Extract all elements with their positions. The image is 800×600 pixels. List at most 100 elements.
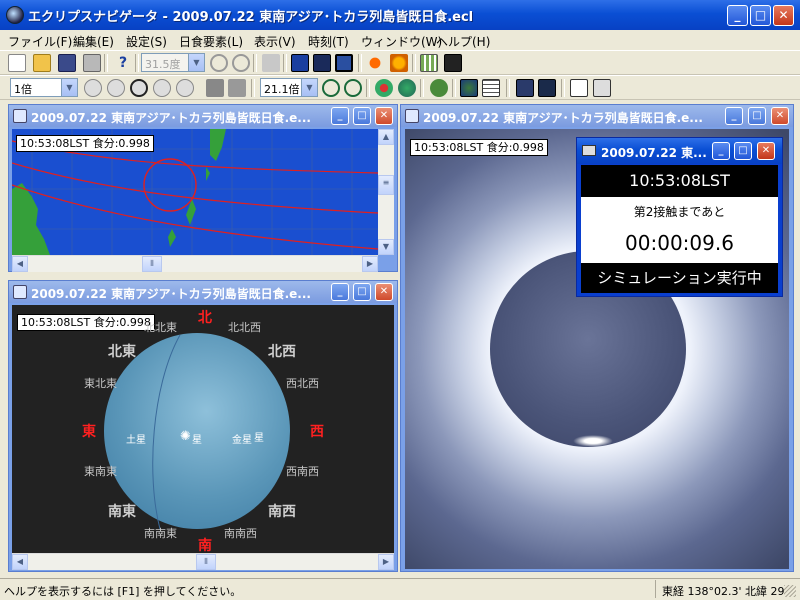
zoom-select[interactable]: 21.1倍 ▼ [260,78,318,97]
maximize-button[interactable]: □ [750,5,771,26]
countdown-close-button[interactable]: ✕ [757,142,775,160]
map-close-button[interactable]: ✕ [375,107,393,125]
countdown-title: 2009.07.22 東... [601,146,707,160]
print-icon[interactable] [83,54,101,72]
rewind-icon[interactable] [84,79,102,97]
speed-select[interactable]: 1倍 ▼ [10,78,78,97]
island-shape [168,229,176,247]
sky-minimize-button[interactable]: _ [331,283,349,301]
time-set-icon[interactable] [206,79,224,97]
map-window-icon[interactable] [460,79,478,97]
resize-grip[interactable] [784,585,796,597]
open-folder-icon[interactable] [33,54,51,72]
download-icon[interactable] [262,54,280,72]
sun-view-icon [405,109,419,123]
map-window-title: 2009.07.22 東南アジア･トカラ列島皆既日食.e... [31,111,311,125]
stop-icon[interactable] [130,79,148,97]
countdown-minimize-button[interactable]: _ [712,142,730,160]
countdown-body: 10:53:08LST 第2接触まであと 00:00:09.6 シミュレーション… [581,165,778,293]
scroll-thumb[interactable]: ⦀ [142,256,162,272]
zoom-out-map-icon[interactable] [344,79,362,97]
map-minimize-button[interactable]: _ [331,107,349,125]
scroll-right-icon[interactable]: ▶ [362,256,378,272]
fast-forward-icon[interactable] [176,79,194,97]
earth-icon[interactable] [430,79,448,97]
menu-time[interactable]: 時刻(T) [308,33,349,50]
map-view-icon[interactable] [291,54,309,72]
sky-canvas[interactable]: 10:53:08LST 食分:0.998 北 北北西 北西 西北西 西 西南西 … [12,305,394,553]
south-label: 南 [198,538,212,553]
west-label: 西 [310,424,324,440]
sun-minimize-button[interactable]: _ [725,107,743,125]
sky-window-titlebar: 2009.07.22 東南アジア･トカラ列島皆既日食.e... _ □ ✕ [9,281,397,303]
clock-window-icon [582,145,596,156]
calendar-icon[interactable] [228,79,246,97]
mercury-label: 星 [254,433,264,444]
progress-window-icon[interactable] [593,79,611,97]
map-info-label: 10:53:08LST 食分:0.998 [16,135,154,152]
map-vscroll[interactable]: ▲ ≡ ▼ [378,129,394,255]
scroll-right-icon[interactable]: ▶ [378,554,394,570]
scroll-thumb[interactable]: ⦀ [196,554,216,570]
ne-label: 北東 [108,344,136,360]
sun-info-label: 10:53:08LST 食分:0.998 [410,139,548,156]
list-window-icon[interactable] [482,79,500,97]
new-file-icon[interactable] [8,54,26,72]
close-button[interactable]: ✕ [773,5,794,26]
zoom-in-icon[interactable] [210,54,228,72]
play-icon[interactable] [153,79,171,97]
sse-label: 南南東 [144,527,177,540]
countdown-event: 第2接触まであと [633,205,726,219]
clock-window-icon[interactable] [570,79,588,97]
step-back-icon[interactable] [107,79,125,97]
minimize-button[interactable]: _ [727,5,748,26]
countdown-maximize-button[interactable]: □ [734,142,752,160]
menu-help[interactable]: ヘルプ(H) [436,33,490,50]
status-help-text: ヘルプを表示するには [F1] を押してください。 [4,585,242,598]
sun-view-icon[interactable] [335,54,353,72]
scroll-left-icon[interactable]: ◀ [12,554,28,570]
sky-close-button[interactable]: ✕ [375,283,393,301]
venus-label: 金星 [232,435,252,446]
map-hscroll[interactable]: ◀ ⦀ ▶ [12,255,378,272]
menu-file[interactable]: ファイル(F) [8,33,72,50]
field-of-view-select[interactable]: 31.5度 ▼ [141,53,205,72]
save-icon[interactable] [58,54,76,72]
menu-edit[interactable]: 編集(E) [73,33,114,50]
sun-icon[interactable] [366,54,384,72]
sky-maximize-button[interactable]: □ [353,283,371,301]
sun-window-title: 2009.07.22 東南アジア･トカラ列島皆既日食.e... [423,111,703,125]
menu-view[interactable]: 表示(V) [254,33,296,50]
globe-icon[interactable] [398,79,416,97]
app-icon [6,6,24,24]
sun-close-button[interactable]: ✕ [771,107,789,125]
path-south-limit [12,184,378,250]
sky-window: 2009.07.22 東南アジア･トカラ列島皆既日食.e... _ □ ✕ 10… [8,280,398,572]
sky-view-icon[interactable] [313,54,331,72]
camera-icon[interactable] [444,54,462,72]
map-window: 2009.07.22 東南アジア･トカラ列島皆既日食.e... _ □ ✕ 10… [8,104,398,272]
center-icon[interactable] [375,79,393,97]
menu-settings[interactable]: 設定(S) [126,33,167,50]
eclipse-icon[interactable] [390,54,408,72]
sun-window-titlebar: 2009.07.22 東南アジア･トカラ列島皆既日食.e... _ □ ✕ [401,105,793,127]
sun-window-icon[interactable] [538,79,556,97]
jupiter-label: 星 [192,435,202,446]
menu-window[interactable]: ウィンドウ(W) [361,33,442,50]
scroll-left-icon[interactable]: ◀ [12,256,28,272]
scroll-thumb[interactable]: ≡ [378,175,394,195]
scroll-up-icon[interactable]: ▲ [378,129,394,145]
map-canvas[interactable]: 10:53:08LST 食分:0.998 [12,129,378,255]
sky-hscroll[interactable]: ◀ ⦀ ▶ [12,553,394,570]
sky-window-icon[interactable] [516,79,534,97]
menu-eclipse-elements[interactable]: 日食要素(L) [179,33,243,50]
zoom-out-icon[interactable] [232,54,250,72]
nne-label: 北北東 [144,321,177,334]
map-maximize-button[interactable]: □ [353,107,371,125]
north-label: 北 [198,310,212,326]
scroll-down-icon[interactable]: ▼ [378,239,394,255]
table-icon[interactable] [420,54,438,72]
help-icon[interactable]: ? [114,54,132,72]
zoom-in-map-icon[interactable] [322,79,340,97]
sun-maximize-button[interactable]: □ [748,107,766,125]
